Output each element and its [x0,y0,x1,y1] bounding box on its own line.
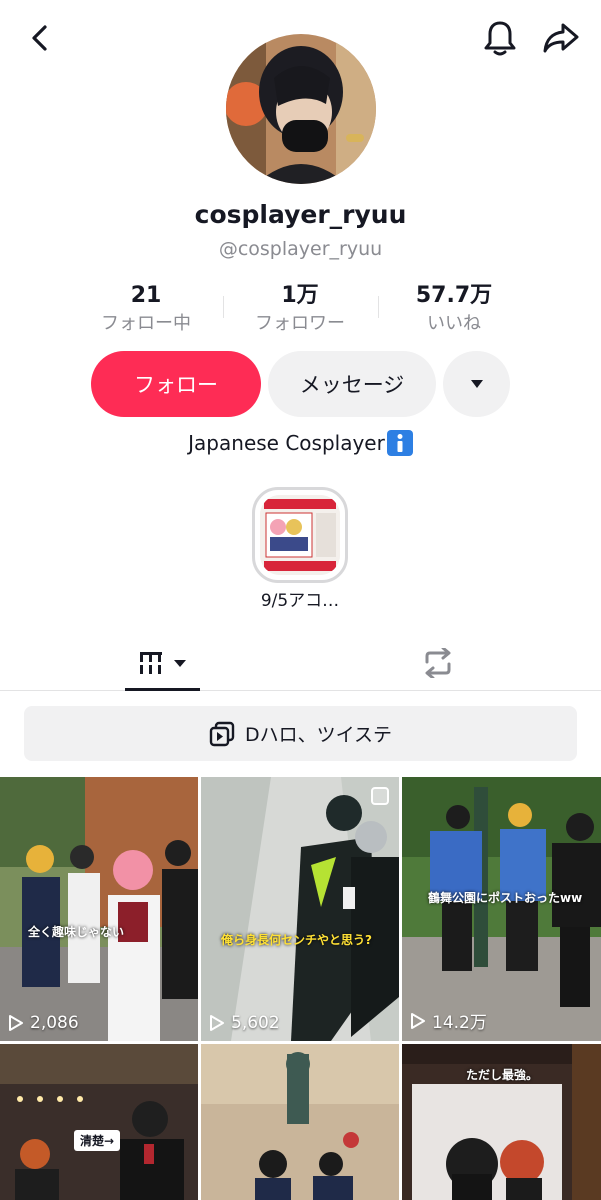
video-tile[interactable] [201,1044,399,1200]
video-tile[interactable]: 清楚→ [0,1044,198,1200]
info-icon [386,430,413,456]
following-count: 21 [130,283,162,308]
video-caption: 鶴舞公園にポストおったww [428,891,583,905]
likes-label: いいね [427,313,481,334]
back-arrow-icon [32,25,47,51]
following-label: フォロー中 [101,313,191,334]
repost-icon [425,648,450,678]
video-thumbnail [0,1044,198,1200]
caret-down-icon [470,380,483,388]
stat-divider [223,296,224,318]
username: cosplayer_ryuu [194,200,407,229]
video-thumbnail [0,777,198,1041]
stat-following[interactable]: 21 フォロー中 [71,282,221,336]
video-tile[interactable]: 全く趣味じゃない 2,086 [0,777,198,1041]
bell-icon [484,21,516,56]
likes-count: 57.7万 [415,283,493,308]
play-icon [210,1015,224,1031]
tab-reposts[interactable] [405,636,470,690]
video-grid: 全く趣味じゃない 2,086 俺ら身長何センチやと思う? 5,602 鶴舞公園に… [0,777,601,1200]
playlist-label: Dハロ、ツイステ [244,724,393,746]
video-caption: 俺ら身長何センチやと思う? [221,933,372,947]
avatar[interactable] [226,34,376,184]
back-button[interactable] [22,20,58,56]
notification-button[interactable] [480,18,520,58]
active-tab-indicator [125,688,200,691]
profile-stats: 21 フォロー中 1万 フォロワー 57.7万 いいね [0,282,601,338]
stat-followers[interactable]: 1万 フォロワー [225,282,375,336]
story-highlight[interactable] [252,487,348,583]
multi-video-icon [371,787,389,805]
follow-button[interactable]: フォロー [91,351,261,417]
play-icon [411,1012,425,1029]
tab-videos[interactable] [125,636,200,690]
share-button[interactable] [540,18,582,58]
share-arrow-icon [543,23,579,53]
video-tile[interactable]: ただし最強。 [402,1044,601,1200]
video-thumbnail [402,777,601,1041]
view-count: 5,602 [209,1013,280,1033]
stat-likes[interactable]: 57.7万 いいね [379,282,529,336]
content-tabs [0,636,601,691]
bio-text: Japanese Cosplayer [188,431,385,455]
playlist-icon [209,721,235,746]
bio: Japanese Cosplayer [0,430,601,456]
playlist-button[interactable]: Dハロ、ツイステ [24,706,577,761]
stat-divider [378,296,379,318]
video-tile[interactable]: 俺ら身長何センチやと思う? 5,602 [201,777,399,1041]
video-thumbnail [201,777,399,1041]
highlight-thumbnail [260,495,340,575]
message-button[interactable]: メッセージ [268,351,436,417]
view-count: 14.2万 [410,1008,487,1033]
video-thumbnail [201,1044,399,1200]
avatar-photo [226,34,376,184]
play-icon [9,1015,23,1031]
video-tile[interactable]: 鶴舞公園にポストおったww 14.2万 [402,777,601,1041]
video-caption: 清楚→ [74,1130,121,1151]
video-caption: 全く趣味じゃない [28,925,125,939]
more-options-button[interactable] [443,351,510,417]
highlight-label: 9/5アコ… [260,591,340,611]
user-handle: @cosplayer_ryuu [218,238,383,260]
followers-label: フォロワー [255,313,345,334]
video-caption: ただし最強。 [466,1068,539,1082]
followers-count: 1万 [281,283,319,308]
view-count: 2,086 [8,1013,79,1033]
video-grid-icon [139,652,186,674]
